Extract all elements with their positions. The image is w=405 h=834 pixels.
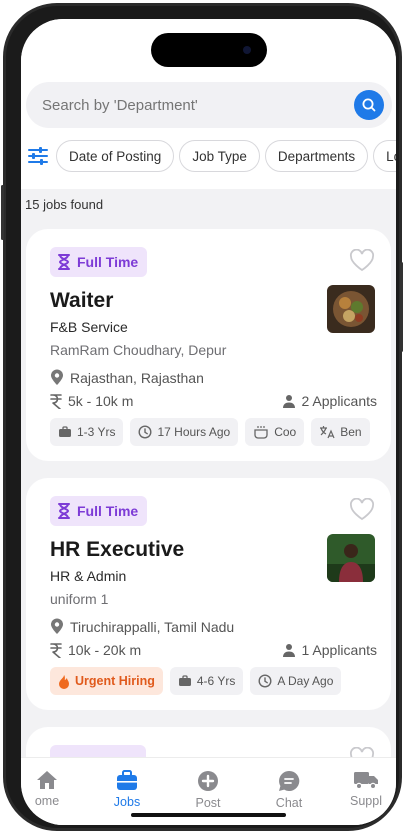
filter-row: Date of Posting Job Type Departments Lo [21, 140, 396, 172]
side-button [400, 262, 403, 352]
results-count: 15 jobs found [25, 197, 104, 212]
location-pin-icon [50, 618, 64, 635]
job-title: Waiter [50, 289, 114, 312]
bottom-nav: ome Jobs Post Chat Suppl [21, 757, 396, 825]
heart-icon[interactable] [349, 498, 375, 522]
filter-job-type[interactable]: Job Type [179, 140, 260, 172]
home-icon [37, 771, 57, 789]
clock-icon [138, 425, 152, 439]
briefcase-icon [117, 770, 137, 790]
company-name: RamRam Choudhary, Depur [50, 342, 227, 358]
job-department: F&B Service [50, 319, 128, 335]
job-salary: 5k - 10k m [50, 393, 133, 409]
job-salary: 10k - 20k m [50, 642, 141, 658]
job-type-badge: Full Time [50, 247, 148, 277]
nav-post[interactable]: Post [168, 770, 248, 810]
cooking-pot-icon [253, 425, 269, 439]
filter-departments[interactable]: Departments [264, 140, 369, 172]
tag-urgent-hiring: Urgent Hiring [50, 667, 163, 695]
dynamic-island [151, 33, 267, 67]
company-logo [327, 534, 375, 582]
job-card[interactable]: Full Time HR Executive HR & Admin unifor… [26, 478, 391, 710]
nav-home[interactable]: ome [21, 770, 87, 808]
person-icon [282, 394, 296, 408]
job-tags: Urgent Hiring 4-6 Yrs A Day Ago [50, 667, 380, 695]
person-icon [282, 643, 296, 657]
app-screen: Date of Posting Job Type Departments Lo … [21, 19, 396, 825]
briefcase-icon [178, 675, 192, 687]
volume-button [1, 185, 4, 240]
tag-experience: 4-6 Yrs [169, 667, 244, 695]
fire-icon [58, 674, 70, 689]
chat-icon [279, 770, 300, 791]
filter-location[interactable]: Lo [373, 140, 396, 172]
phone-frame: Date of Posting Job Type Departments Lo … [3, 3, 402, 831]
home-indicator [131, 813, 286, 817]
company-logo [327, 285, 375, 333]
job-location: Tiruchirappalli, Tamil Nadu [50, 618, 234, 635]
translate-icon [319, 425, 335, 439]
tag-experience: 1-3 Yrs [50, 418, 124, 446]
job-title: HR Executive [50, 538, 185, 561]
hourglass-icon [57, 503, 71, 519]
search-bar[interactable] [26, 82, 392, 128]
filter-sliders-icon[interactable] [27, 142, 49, 170]
applicants-count: 2 Applicants [282, 393, 377, 409]
tag-posted-time: 17 Hours Ago [130, 418, 239, 446]
applicants-count: 1 Applicants [282, 642, 377, 658]
truck-icon [354, 772, 378, 790]
rupee-icon [50, 642, 62, 658]
nav-chat[interactable]: Chat [249, 770, 329, 810]
rupee-icon [50, 393, 62, 409]
job-tags: 1-3 Yrs 17 Hours Ago Coo Ben [50, 418, 380, 446]
briefcase-icon [58, 426, 72, 438]
job-location: Rajasthan, Rajasthan [50, 369, 204, 386]
plus-circle-icon [198, 771, 218, 791]
job-type-badge: Full Time [50, 496, 148, 526]
search-button[interactable] [354, 90, 384, 120]
hourglass-icon [57, 254, 71, 270]
company-name: uniform 1 [50, 591, 109, 607]
nav-support[interactable]: Suppl [326, 770, 396, 808]
filter-date-of-posting[interactable]: Date of Posting [56, 140, 175, 172]
search-icon [362, 98, 376, 112]
tag-food: Coo [245, 418, 305, 446]
clock-icon [258, 674, 272, 688]
nav-jobs[interactable]: Jobs [87, 770, 167, 809]
tag-benefits: Ben [311, 418, 370, 446]
job-department: HR & Admin [50, 568, 127, 584]
tag-posted-time: A Day Ago [250, 667, 342, 695]
search-input[interactable] [42, 96, 342, 114]
job-card[interactable]: Full Time Waiter F&B Service RamRam Chou… [26, 229, 391, 461]
heart-icon[interactable] [349, 249, 375, 273]
location-pin-icon [50, 369, 64, 386]
